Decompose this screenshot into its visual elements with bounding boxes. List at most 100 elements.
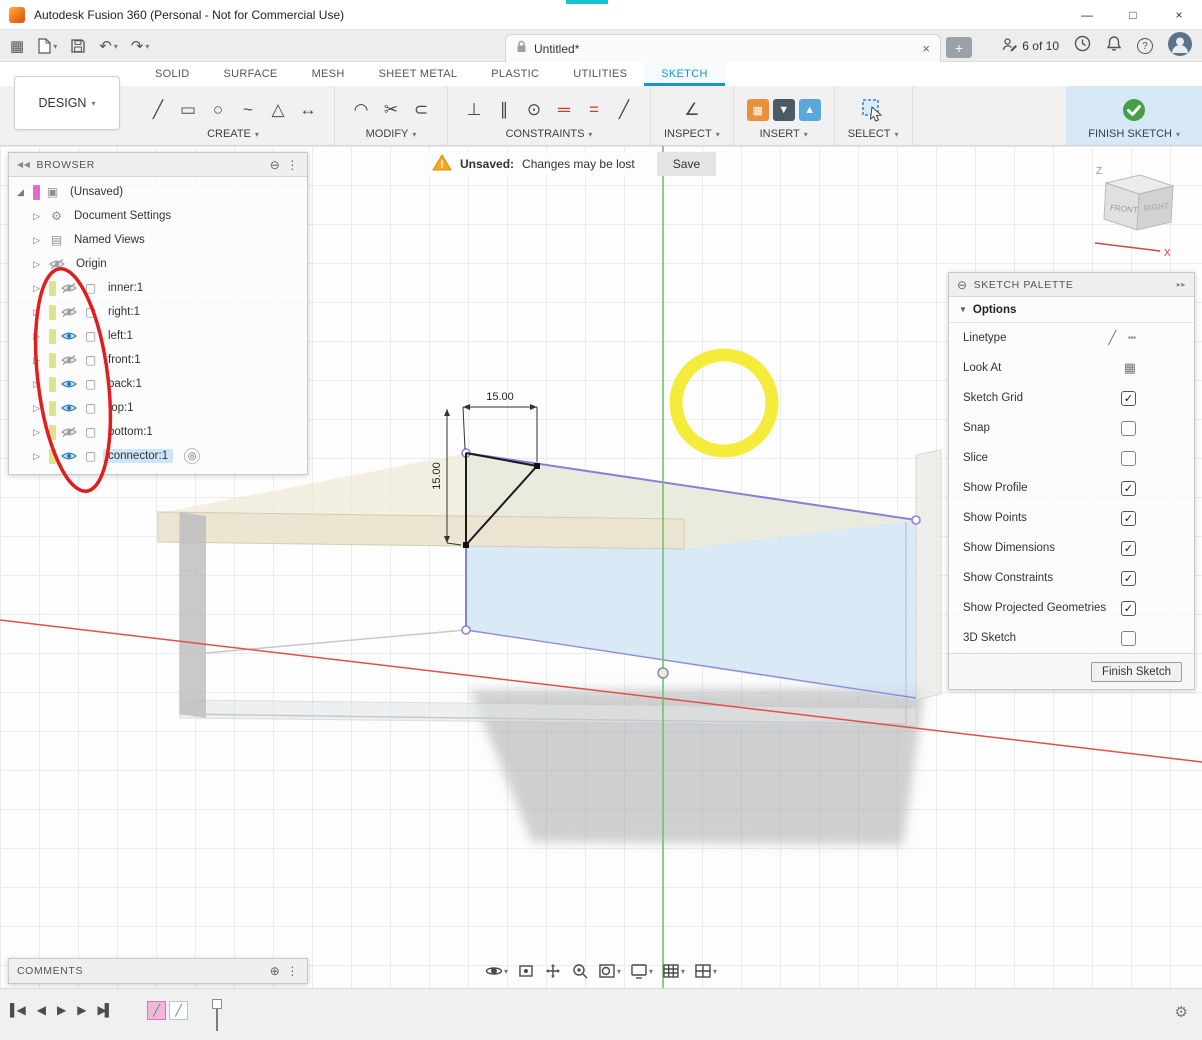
panel-menu-icon[interactable]: ⋮ [286, 964, 299, 978]
3d-sketch-checkbox[interactable] [1121, 631, 1136, 646]
expand-arrow-icon[interactable]: ▷ [33, 283, 44, 294]
minimize-panel-icon[interactable]: ⊖ [957, 278, 968, 292]
ribbon-group-label-constraints[interactable]: CONSTRAINTS▾ [461, 128, 637, 140]
browser-row-label[interactable]: right:1 [103, 305, 145, 319]
ribbon-group-label-finish-sketch[interactable]: FINISH SKETCH▾ [1088, 128, 1180, 140]
coincident-constraint-icon[interactable]: ⊥ [461, 97, 487, 123]
step-back-button[interactable]: ◀ [37, 1003, 44, 1017]
visibility-eye-icon[interactable] [61, 354, 78, 366]
sketch-grid-checkbox[interactable]: ✓ [1121, 391, 1136, 406]
browser-row-origin[interactable]: ▷Origin [9, 252, 307, 276]
centerline-icon[interactable]: ┅ [1128, 330, 1136, 346]
finish-sketch-button[interactable]: Finish Sketch [1091, 662, 1182, 682]
grid-display-button[interactable]: ▾ [659, 960, 688, 982]
timeline-settings-gear-icon[interactable]: ⚙ [1175, 1003, 1188, 1021]
app-grid-icon[interactable]: ▦ [10, 37, 24, 55]
design-workspace-dropdown[interactable]: DESIGN▾ [14, 76, 120, 130]
line-tool-icon[interactable]: ╱ [145, 97, 171, 123]
slice-checkbox[interactable] [1121, 451, 1136, 466]
expand-arrow-icon[interactable]: ▷ [33, 403, 44, 414]
dimension-height-label[interactable]: 15.00 [431, 462, 443, 490]
viewcube[interactable]: Z FRONT RIGHT X [1078, 150, 1202, 268]
polygon-tool-icon[interactable]: △ [265, 97, 291, 123]
browser-row-front-1[interactable]: ▷▢front:1 [9, 348, 307, 372]
dimension-width-label[interactable]: 15.00 [486, 391, 514, 403]
equal-constraint-icon[interactable]: = [581, 97, 607, 123]
browser-row-document-settings[interactable]: ▷⚙Document Settings [9, 204, 307, 228]
orbit-button[interactable]: ▾ [482, 960, 511, 982]
undo-button[interactable]: ↶▾ [99, 37, 118, 55]
show-projected-geometries-checkbox[interactable]: ✓ [1121, 601, 1136, 616]
job-status[interactable]: 6 of 10 [1002, 37, 1059, 55]
look-at-icon[interactable]: ▦ [1124, 360, 1136, 376]
browser-row-unsaved[interactable]: ◢▣(Unsaved) [9, 180, 307, 204]
expand-arrow-icon[interactable]: ▷ [33, 307, 44, 318]
show-points-checkbox[interactable]: ✓ [1121, 511, 1136, 526]
expand-arrow-icon[interactable]: ▷ [33, 331, 44, 342]
midpoint-constraint-icon[interactable]: ═ [551, 97, 577, 123]
ribbon-group-label-select[interactable]: SELECT▾ [848, 128, 899, 140]
visibility-eye-icon[interactable] [61, 402, 78, 414]
construction-line-icon[interactable]: ╱ [1108, 330, 1116, 346]
close-button[interactable]: × [1156, 0, 1202, 29]
save-warning-button[interactable]: Save [657, 152, 716, 176]
browser-row-label[interactable]: front:1 [103, 353, 146, 367]
insert-canvas-icon[interactable]: ▼ [773, 99, 795, 121]
offset-tool-icon[interactable]: ⊂ [408, 97, 434, 123]
visibility-eye-icon[interactable] [61, 330, 78, 342]
show-profile-checkbox[interactable]: ✓ [1121, 481, 1136, 496]
browser-row-bottom-1[interactable]: ▷▢bottom:1 [9, 420, 307, 444]
pan-button[interactable] [541, 960, 565, 982]
ribbon-group-label-inspect[interactable]: INSPECT▾ [664, 128, 720, 140]
browser-row-connector-1[interactable]: ▷▢connector:1◎ [9, 444, 307, 468]
save-button[interactable] [70, 38, 86, 54]
browser-row-label[interactable]: inner:1 [103, 281, 148, 295]
show-dimensions-checkbox[interactable]: ✓ [1121, 541, 1136, 556]
dimension-tool-icon[interactable]: ↔ [295, 97, 321, 123]
visibility-eye-icon[interactable] [61, 378, 78, 390]
browser-row-label[interactable]: Named Views [69, 233, 150, 247]
ribbon-tab-sheet-metal[interactable]: SHEET METAL [362, 62, 475, 86]
panel-menu-icon[interactable]: ⋮ [286, 158, 299, 172]
find-in-window-icon[interactable]: ◎ [184, 448, 200, 464]
fillet-tool-icon[interactable]: ◠ [348, 97, 374, 123]
palette-header[interactable]: ⊖ SKETCH PALETTE ▸▸ [949, 273, 1194, 297]
step-forward-button[interactable]: ▶ [77, 1003, 84, 1017]
help-icon[interactable]: ? [1137, 38, 1153, 54]
expand-arrow-icon[interactable]: ▷ [33, 211, 44, 222]
expand-arrow-icon[interactable]: ▷ [33, 427, 44, 438]
maximize-button[interactable]: □ [1110, 0, 1156, 29]
notifications-bell-icon[interactable] [1106, 35, 1122, 57]
zoom-button[interactable] [568, 960, 592, 982]
comments-bar[interactable]: COMMENTS ⊕ ⋮ [8, 958, 308, 984]
browser-row-right-1[interactable]: ▷▢right:1 [9, 300, 307, 324]
parallel-constraint-icon[interactable]: ╱ [611, 97, 637, 123]
select-tool-icon[interactable] [860, 97, 886, 123]
expand-arrow-icon[interactable]: ▷ [33, 451, 44, 462]
ribbon-group-label-insert[interactable]: INSERT▾ [747, 128, 821, 140]
ribbon-tab-utilities[interactable]: UTILITIES [556, 62, 644, 86]
trim-tool-icon[interactable]: ✂ [378, 97, 404, 123]
visibility-eye-icon[interactable] [61, 426, 78, 438]
redo-button[interactable]: ↷▾ [131, 37, 150, 55]
visibility-eye-icon[interactable] [61, 282, 78, 294]
ribbon-tab-solid[interactable]: SOLID [138, 62, 207, 86]
tangent-constraint-icon[interactable]: ⊙ [521, 97, 547, 123]
rectangle-tool-icon[interactable]: ▭ [175, 97, 201, 123]
ribbon-group-label-create[interactable]: CREATE▾ [145, 128, 321, 140]
play-button[interactable]: ▶ [57, 1003, 64, 1017]
collapse-panel-icon[interactable]: ◀◀ [17, 160, 31, 169]
snap-checkbox[interactable] [1121, 421, 1136, 436]
browser-row-named-views[interactable]: ▷▤Named Views [9, 228, 307, 252]
browser-row-label[interactable]: left:1 [103, 329, 138, 343]
expand-panel-icon[interactable]: ▸▸ [1177, 280, 1186, 289]
browser-row-back-1[interactable]: ▷▢back:1 [9, 372, 307, 396]
circle-tool-icon[interactable]: ○ [205, 97, 231, 123]
expand-arrow-icon[interactable]: ▷ [33, 379, 44, 390]
browser-row-label[interactable]: connector:1 [103, 449, 173, 463]
browser-row-label[interactable]: bottom:1 [103, 425, 158, 439]
browser-row-top-1[interactable]: ▷▢top:1 [9, 396, 307, 420]
insert-decal-icon[interactable]: ▲ [799, 99, 821, 121]
ribbon-tab-surface[interactable]: SURFACE [207, 62, 295, 86]
browser-row-inner-1[interactable]: ▷▢inner:1 [9, 276, 307, 300]
